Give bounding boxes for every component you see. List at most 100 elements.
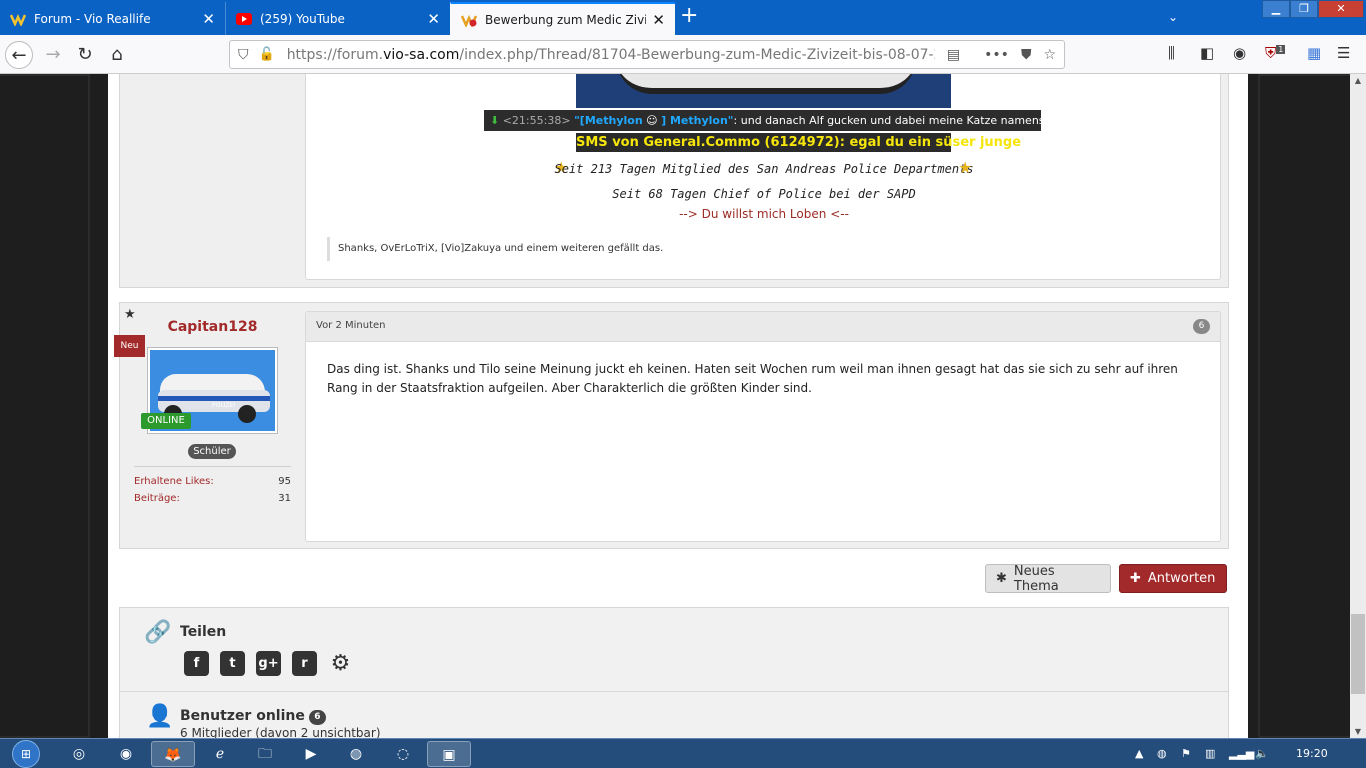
shield-icon[interactable]: ⛉ — [238, 47, 249, 63]
stat-label[interactable]: Beiträge: — [134, 493, 278, 504]
taskbar-clock[interactable]: 19:20 — [1296, 747, 1328, 760]
tray-expand-icon[interactable]: ▲ — [1135, 747, 1143, 760]
insecure-lock-icon[interactable]: 🔓 — [259, 47, 275, 62]
online-users-subtitle: 6 Mitglieder (davon 2 unsichtbar) — [180, 726, 381, 738]
close-icon[interactable]: ✕ — [652, 11, 665, 29]
back-button[interactable]: ← — [5, 41, 33, 69]
post-time[interactable]: Vor 2 Minuten — [316, 320, 386, 331]
extension-icon[interactable]: ▦ — [1307, 44, 1321, 62]
chat-message: : und danach Alf gucken und dabei meine … — [733, 114, 1115, 127]
facebook-icon[interactable]: f — [184, 651, 209, 676]
online-users-title: Benutzer online 6 — [180, 708, 326, 725]
menu-icon[interactable]: ☰ — [1337, 44, 1350, 62]
google-plus-icon[interactable]: g+ — [256, 651, 281, 676]
stat-value: 95 — [278, 476, 291, 487]
more-actions-icon[interactable]: ••• — [984, 47, 1009, 63]
chat-time: <21:55:38> — [502, 114, 571, 127]
car-stripe — [158, 396, 270, 401]
signature-text: Seit 68 Tagen Chief of Police bei der SA… — [612, 187, 916, 201]
reply-label: Antworten — [1147, 571, 1216, 586]
youtube-icon — [236, 12, 252, 25]
scroll-down-icon[interactable]: ▼ — [1350, 727, 1366, 736]
post-body: ⬇ <21:55:38> "[Methylon ☺ ] Methylon": u… — [305, 74, 1221, 280]
tab-bewerbung[interactable]: Bewerbung zum Medic Zivizeit ✕ — [450, 2, 675, 35]
signal-icon[interactable]: ▂▃▅ — [1229, 747, 1254, 760]
account-icon[interactable]: ◉ — [1233, 44, 1246, 62]
network-globe-icon[interactable]: ◍ — [1157, 747, 1167, 760]
new-thread-button[interactable]: ✱ Neues Thema — [985, 564, 1111, 594]
chat-name: "[Methylon — [574, 114, 643, 127]
post-body: Vor 2 Minuten 6 Das ding ist. Shanks und… — [305, 311, 1221, 542]
windows-logo-icon: ⊞ — [12, 740, 40, 768]
username-link[interactable]: Capitan128 — [120, 319, 305, 335]
pocket-icon[interactable]: ⛊ — [1021, 47, 1032, 63]
url-prefix: https://forum. — [286, 46, 384, 63]
tab-title: Bewerbung zum Medic Zivizeit — [485, 12, 647, 27]
arrow-left-icon: ← — [11, 45, 27, 66]
page-scrollbar[interactable]: ▲ ▼ — [1350, 74, 1366, 738]
chrome-icon[interactable]: ◍ — [334, 741, 378, 767]
forward-button[interactable]: → — [39, 41, 67, 69]
post: ★ Capitan128 Neu POLIZEI ONLINE Schüler … — [114, 302, 1229, 549]
tab-forum-vio[interactable]: Forum - Vio Reallife ✕ — [0, 2, 225, 35]
twitter-icon[interactable]: t — [220, 651, 245, 676]
online-badge: ONLINE — [141, 413, 191, 429]
device-icon[interactable]: ▥ — [1205, 747, 1215, 760]
chat-name: ] Methylon" — [661, 114, 734, 127]
bookmark-star-icon[interactable]: ☆ — [1043, 47, 1056, 63]
chevron-down-icon[interactable]: ⌄ — [1168, 10, 1178, 24]
new-tab-button[interactable]: + — [680, 4, 698, 28]
signature-text: Seit 213 Tagen Mitglied des San Andreas … — [554, 162, 974, 176]
reddit-icon[interactable]: r — [292, 651, 317, 676]
navigation-toolbar: ← → ↻ ⌂ ⛉ 🔓 https://forum.vio-sa.com/ind… — [0, 35, 1366, 74]
reply-button[interactable]: ✚ Antworten — [1119, 564, 1227, 593]
praise-link[interactable]: Du willst mich Loben — [702, 207, 827, 221]
signature-chat-line: ⬇ <21:55:38> "[Methylon ☺ ] Methylon": u… — [484, 110, 1115, 131]
user-rank-badge: Schüler — [188, 444, 236, 459]
info-box: 🔗 Teilen f t g+ r ⚙ 👤 Benutzer online 6 6… — [119, 607, 1229, 738]
app-icon[interactable]: ◌ — [381, 741, 425, 767]
post: ⬇ <21:55:38> "[Methylon ☺ ] Methylon": u… — [119, 74, 1229, 288]
firefox-icon[interactable]: 🦊 — [151, 741, 195, 767]
maximize-icon[interactable]: ❐ — [1290, 0, 1318, 18]
link-icon: 🔗 — [144, 620, 172, 645]
likes-summary[interactable]: Shanks, OvErLoTriX, [Vio]Zakuya und eine… — [327, 237, 663, 261]
internet-explorer-icon[interactable]: ℯ — [198, 741, 242, 767]
scrollbar-thumb[interactable] — [1351, 614, 1365, 694]
tab-youtube[interactable]: (259) YouTube ✕ — [225, 2, 450, 35]
edge-icon[interactable]: ◎ — [57, 741, 101, 767]
reload-button[interactable]: ↻ — [71, 41, 99, 69]
volume-icon[interactable]: 🔈 — [1255, 747, 1269, 760]
post-number[interactable]: 6 — [1193, 319, 1210, 334]
start-button[interactable]: ⊞ — [7, 739, 47, 768]
stat-label-text: Beiträge — [134, 493, 177, 504]
tab-title: (259) YouTube — [260, 11, 345, 26]
folder-icon[interactable]: 🗀 — [243, 741, 287, 767]
flag-icon[interactable]: ⚑ — [1181, 747, 1191, 760]
media-player-icon[interactable]: ▶ — [289, 741, 333, 767]
browser-app-icon[interactable]: ◉ — [104, 741, 148, 767]
avatar-police-text: POLIZEI — [212, 402, 236, 409]
divider — [134, 466, 291, 467]
url-bar[interactable]: ⛉ 🔓 https://forum.vio-sa.com/index.php/T… — [229, 40, 1065, 69]
user-icon: 👤 — [146, 704, 174, 729]
game-app-icon[interactable]: ▣ — [427, 741, 471, 767]
scroll-up-icon[interactable]: ▲ — [1350, 76, 1366, 85]
close-icon[interactable]: ✕ — [202, 10, 215, 28]
sidebar-icon[interactable]: ◧ — [1200, 44, 1214, 62]
reader-view-icon[interactable]: ▤ — [947, 47, 960, 63]
signature-praise-line: --> Du willst mich Loben <-- — [306, 207, 1222, 221]
window-close-icon[interactable]: ✕ — [1318, 0, 1364, 18]
reload-icon: ↻ — [77, 44, 93, 65]
ublock-icon[interactable]: ⛨ 1 — [1265, 44, 1286, 62]
minimize-icon[interactable]: ▁ — [1262, 0, 1290, 18]
gear-icon[interactable]: ⚙ — [328, 651, 353, 676]
url-text[interactable]: https://forum.vio-sa.com/index.php/Threa… — [287, 47, 935, 63]
signature-sms-line: SMS von General.Commo (6124972): egal du… — [576, 133, 1022, 152]
home-button[interactable]: ⌂ — [103, 41, 131, 69]
plus-icon: ✚ — [1130, 571, 1141, 586]
stat-label[interactable]: Erhaltene Likes: — [134, 476, 278, 487]
close-icon[interactable]: ✕ — [427, 10, 440, 28]
library-icon[interactable]: ⫼ — [1168, 44, 1175, 62]
post-text: Das ding ist. Shanks und Tilo seine Mein… — [327, 362, 1178, 395]
